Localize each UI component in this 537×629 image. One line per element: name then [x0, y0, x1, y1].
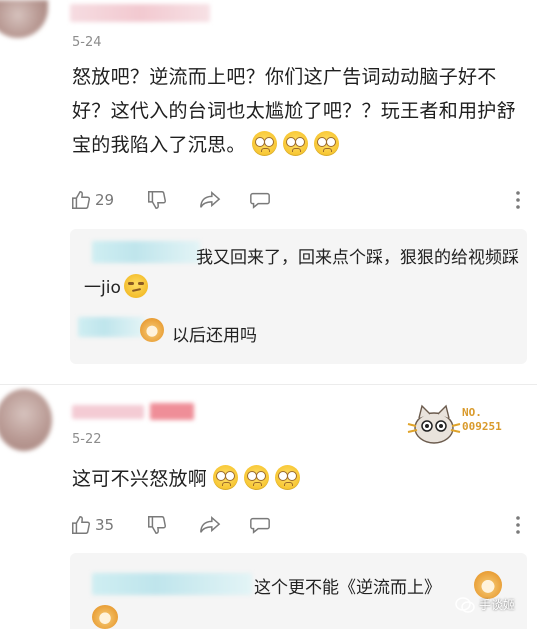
thumbs-up-icon — [72, 191, 91, 209]
reply-text: 我又回来了，回来点个踩，狠狠的给视频踩一jio — [84, 248, 519, 298]
dislike-button[interactable] — [146, 514, 168, 536]
reply-username-blur[interactable] — [78, 317, 144, 337]
fan-sticker: NO. 009251 — [406, 402, 520, 446]
thumbs-down-icon — [148, 516, 167, 534]
comment-date: 5-22 — [72, 432, 102, 447]
reply-username-blur[interactable] — [92, 573, 252, 595]
eyes-roll-emoji — [244, 465, 270, 490]
comment-text: 这可不兴怒放啊 — [72, 462, 532, 496]
like-count: 29 — [95, 191, 115, 209]
thumbs-down-icon — [148, 191, 167, 209]
cat-sticker-icon — [407, 404, 461, 444]
shiba-emoji — [474, 571, 502, 599]
dislike-button[interactable] — [146, 189, 168, 211]
watermark-text: 手谈姬 — [479, 598, 516, 612]
comment-actions: 35 — [70, 514, 530, 538]
shiba-emoji — [92, 605, 118, 629]
share-button[interactable] — [198, 514, 222, 536]
eyes-roll-emoji — [213, 465, 239, 490]
eyes-roll-emoji — [275, 465, 301, 490]
wechat-icon — [455, 596, 475, 613]
more-button[interactable] — [514, 515, 522, 535]
share-icon — [200, 191, 221, 208]
sticker-number: NO. 009251 — [462, 406, 502, 433]
more-vertical-icon — [516, 191, 520, 209]
more-vertical-icon — [516, 516, 520, 534]
avatar[interactable] — [0, 389, 52, 451]
username-blur[interactable] — [70, 4, 210, 22]
comment-date: 5-24 — [72, 35, 102, 50]
reply-box: 我又回来了，回来点个踩，狠狠的给视频踩一jio 以后还用吗 — [70, 229, 527, 364]
avatar[interactable] — [0, 0, 48, 38]
like-button[interactable]: 35 — [70, 514, 114, 536]
smirk-emoji — [123, 274, 148, 298]
like-count: 35 — [95, 516, 115, 534]
badge-blur[interactable] — [150, 403, 194, 420]
reply-button[interactable] — [248, 189, 272, 211]
share-icon — [200, 516, 221, 533]
speech-bubble-icon — [250, 192, 270, 209]
reply-box: 这个更不能《逆流而上》 — [70, 553, 527, 629]
more-button[interactable] — [514, 190, 522, 210]
doge-emoji — [140, 318, 164, 342]
thumbs-up-icon — [72, 516, 91, 534]
speech-bubble-icon — [250, 517, 270, 534]
like-button[interactable]: 29 — [70, 189, 114, 211]
reply-text: 以后还用吗 — [172, 326, 257, 346]
reply-button[interactable] — [248, 514, 272, 536]
comment-text: 怒放吧？逆流而上吧？你们这广告词动动脑子好不好？这代入的台词也太尴尬了吧？？玩王… — [72, 66, 516, 156]
username-blur[interactable] — [72, 405, 144, 419]
comment-actions: 29 — [70, 189, 530, 213]
eyes-roll-emoji — [313, 131, 339, 156]
divider — [0, 384, 537, 385]
eyes-roll-emoji — [251, 131, 277, 156]
watermark: 手谈姬 — [455, 596, 515, 613]
eyes-roll-emoji — [282, 131, 308, 156]
share-button[interactable] — [198, 189, 222, 211]
reply-text: 这个更不能《逆流而上》 — [254, 578, 441, 598]
